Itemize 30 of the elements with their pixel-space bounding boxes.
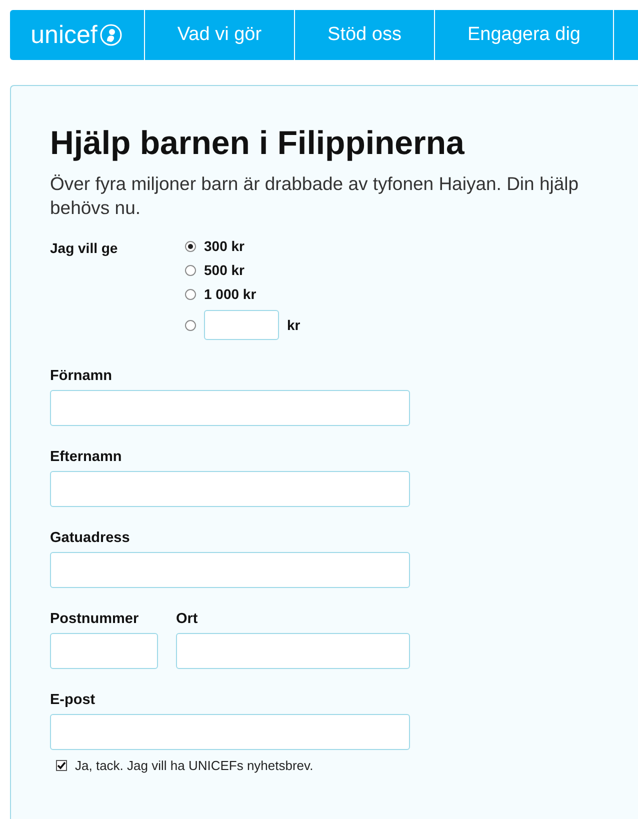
field-label: Förnamn [50,368,114,384]
field-label: Gatuadress [50,530,131,546]
logo[interactable]: unicef [10,10,145,60]
input-field[interactable] [50,633,158,669]
amount-option: 1 000 kr [204,286,256,302]
intro-text: Över fyra miljoner barn är drabbade av tyfonen Haiyan. Din hjälp behövs nu. [50,172,580,220]
input-field[interactable] [50,471,410,507]
input-field[interactable] [50,390,410,426]
amount-field[interactable] [204,310,279,340]
input-field[interactable] [50,714,410,750]
newsletter-label: Ja, tack. Jag vill ha UNICEFs nyhetsbrev. [75,758,314,773]
radio-button[interactable] [185,240,196,252]
amount-option: 500 kr [204,262,244,278]
radio-button[interactable] [185,288,196,300]
radio-button[interactable] [185,320,196,330]
input-field[interactable] [176,633,410,669]
amount-label: Jag vill ge [50,239,119,258]
amount-option: 300 kr [204,238,244,254]
input-field[interactable] [50,552,410,588]
page-heading: Hjälp barnen i Filippinerna [50,124,466,162]
nav-tab[interactable]: Stöd oss [295,10,435,60]
field-label: E-post [50,692,96,708]
checkbox[interactable] [56,760,67,771]
radio-button[interactable] [185,264,196,276]
field-label: Efternamn [50,449,123,465]
nav-tab[interactable]: Engagera dig [435,10,614,60]
currency-label: kr [287,317,300,333]
field-label: Ort [176,611,199,627]
field-label: Postnummer [50,611,140,627]
nav-tab[interactable]: Vad vi gör [145,10,295,60]
